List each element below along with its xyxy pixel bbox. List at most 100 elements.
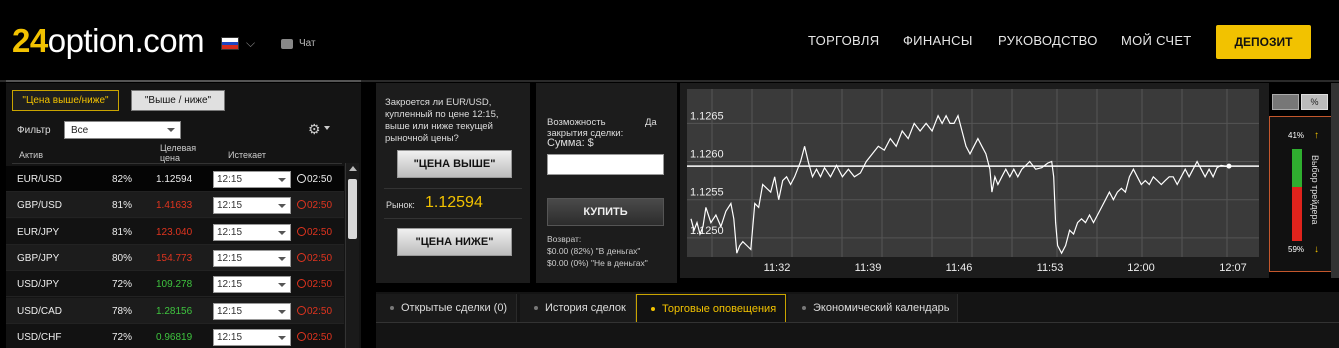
target-price: 109.278: [156, 279, 193, 291]
x-tick-label: 12:00: [1127, 262, 1155, 274]
tab-economic-calendar[interactable]: Экономический календарь: [788, 294, 958, 322]
tab-open-trades[interactable]: Открытые сделки (0): [376, 294, 517, 322]
countdown-timer: 02:50: [297, 279, 332, 290]
trade-direction-panel: Закроется ли EUR/USD, купленный по цене …: [376, 83, 530, 283]
asset-name: USD/JPY: [17, 279, 60, 291]
lower-button[interactable]: "ЦЕНА НИЖЕ": [397, 228, 512, 256]
y-tick-label: 1.1255: [690, 187, 724, 199]
asset-name: USD/CAD: [17, 305, 63, 317]
nav-my-account[interactable]: МОЙ СЧЕТ: [1121, 33, 1192, 48]
nav-guide[interactable]: РУКОВОДСТВО: [998, 33, 1098, 48]
expiry-select[interactable]: 12:15: [213, 197, 291, 215]
table-row[interactable]: USD/CHF 72% 0.96819 12:15 02:50: [6, 323, 344, 348]
clock-icon: [297, 331, 306, 341]
expiry-select[interactable]: 12:15: [213, 302, 291, 320]
header: 24option.com ⌵ Чат ТОРГОВЛЯ ФИНАНСЫ РУКО…: [0, 0, 1339, 80]
amount-label: Сумма: $: [547, 137, 594, 149]
scroll-up-icon[interactable]: [349, 166, 357, 171]
nav-trading[interactable]: ТОРГОВЛЯ: [808, 33, 879, 48]
tabs-divider: [376, 322, 1339, 323]
trader-choice-widget: 41% ↑ Выбор трейдера 59% ↓: [1269, 116, 1336, 272]
left-panel-divider: [6, 80, 361, 82]
x-tick-label: 11:53: [1037, 262, 1064, 274]
y-tick-label: 1.1260: [690, 149, 724, 161]
amount-input[interactable]: [547, 154, 664, 175]
table-row[interactable]: USD/CAD 78% 1.28156 12:15 02:50: [6, 297, 344, 324]
target-price: 1.28156: [156, 305, 193, 317]
dropdown-arrow-icon: [278, 230, 286, 235]
dropdown-arrow-icon: [278, 204, 286, 209]
bullet-icon: [390, 306, 394, 310]
chevron-down-icon[interactable]: ⌵: [246, 36, 255, 51]
payout-percent: 82%: [112, 174, 133, 185]
trader-choice-title: Выбор трейдера: [1310, 155, 1320, 225]
target-price: 123.040: [156, 226, 193, 238]
table-header-divider: [12, 163, 342, 164]
table-row[interactable]: GBP/USD 81% 1.41633 12:15 02:50: [6, 192, 344, 219]
russian-flag-icon[interactable]: [221, 37, 239, 50]
tab-trade-alerts[interactable]: Торговые оповещения: [636, 294, 786, 322]
expiry-select[interactable]: 12:15: [213, 171, 291, 188]
dropdown-arrow-icon: [278, 283, 286, 288]
dropdown-arrow-icon: [167, 128, 175, 132]
tab-trade-history[interactable]: История сделок: [520, 294, 636, 322]
chat-icon: [281, 38, 293, 49]
price-chart[interactable]: 1.12651.12601.12551.125011:32 11:39 11:46 1…: [687, 89, 1267, 275]
expiry-select[interactable]: 12:15: [213, 276, 291, 294]
chart-view-toggle-icon[interactable]: [1272, 94, 1299, 110]
expiry-select[interactable]: 12:15: [213, 328, 291, 346]
asset-name: GBP/JPY: [17, 252, 60, 264]
countdown-timer: 02:50: [297, 305, 332, 317]
chart-plot-area: [687, 89, 1259, 257]
deposit-button[interactable]: ДЕПОЗИТ: [1216, 25, 1311, 59]
bottom-tabs-panel: Открытые сделки (0) История сделок Торго…: [376, 292, 1339, 348]
market-price: 1.12594: [425, 194, 483, 211]
higher-button[interactable]: "ЦЕНА ВЫШЕ": [397, 150, 512, 178]
y-tick-label: 1.1265: [690, 110, 724, 122]
percent-view-toggle[interactable]: %: [1301, 94, 1328, 110]
x-tick-label: 11:32: [764, 262, 791, 274]
chat-link[interactable]: Чат: [281, 38, 316, 49]
table-row[interactable]: USD/JPY 72% 109.278 12:15 02:50: [6, 271, 344, 298]
trade-amount-panel: Возможность закрытия сделки: Да Сумма: $…: [536, 83, 677, 283]
buy-button[interactable]: КУПИТЬ: [547, 198, 664, 226]
market-label: Рынок:: [386, 200, 415, 210]
tab-higher-lower[interactable]: "Цена выше/ниже": [12, 90, 119, 111]
logo[interactable]: 24option.com: [12, 22, 205, 60]
clock-icon: [297, 305, 306, 315]
return-info: Возврат: $0.00 (82%) "В деньгах" $0.00 (…: [547, 234, 648, 268]
scrollbar[interactable]: [345, 163, 359, 348]
chevron-down-icon[interactable]: [324, 126, 330, 130]
asset-name: EUR/USD: [17, 174, 63, 185]
dropdown-arrow-icon: [278, 178, 286, 182]
close-option-label: Возможность закрытия сделки:: [547, 117, 624, 139]
target-price: 154.773: [156, 252, 193, 264]
arrow-up-icon: ↑: [1314, 130, 1319, 141]
table-row[interactable]: EUR/JPY 81% 123.040 12:15 02:50: [6, 218, 344, 245]
last-price-point: [1226, 163, 1232, 169]
dropdown-arrow-icon: [278, 335, 286, 340]
table-row[interactable]: GBP/JPY 80% 154.773 12:15 02:50: [6, 244, 344, 271]
tab-above-below[interactable]: "Выше / ниже": [131, 90, 225, 111]
scrollbar-thumb[interactable]: [348, 179, 357, 239]
countdown-timer: 02:50: [297, 252, 332, 264]
asset-list-panel: "Цена выше/ниже" "Выше / ниже" Фильтр Вс…: [6, 83, 361, 348]
countdown-timer: 02:50: [297, 226, 332, 238]
scrollbar[interactable]: [1331, 83, 1339, 278]
clock-icon: [297, 279, 306, 289]
countdown-timer: 02:50: [297, 331, 332, 343]
down-percent: 59%: [1288, 245, 1305, 254]
expiry-select[interactable]: 12:15: [213, 249, 291, 267]
nav-finance[interactable]: ФИНАНСЫ: [903, 33, 973, 48]
clock-icon: [297, 252, 306, 262]
expiry-select[interactable]: 12:15: [213, 223, 291, 241]
payout-percent: 81%: [112, 226, 133, 238]
column-header-expires: Истекает: [228, 150, 266, 160]
filter-select[interactable]: Все: [64, 121, 181, 139]
dropdown-arrow-icon: [278, 256, 286, 261]
table-row[interactable]: EUR/USD 82% 1.12594 12:15 02:50: [6, 166, 344, 192]
up-share-bar: [1292, 149, 1302, 187]
down-share-bar: [1292, 187, 1302, 241]
gear-icon[interactable]: ⚙: [308, 121, 321, 138]
target-price: 0.96819: [156, 331, 193, 343]
